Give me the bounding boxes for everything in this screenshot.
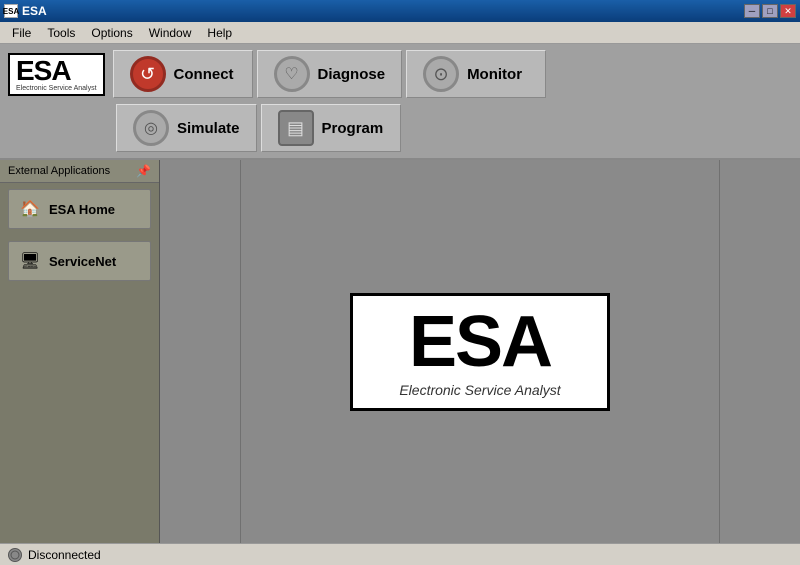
maximize-button[interactable]: □ <box>762 4 778 18</box>
external-applications-title: External Applications <box>8 165 110 177</box>
monitor-label: Monitor <box>467 66 522 83</box>
program-label: Program <box>322 120 384 137</box>
title-controls: ─ □ ✕ <box>744 4 796 18</box>
menu-tools[interactable]: Tools <box>39 24 83 42</box>
esa-home-icon: 🏠 <box>19 198 41 220</box>
title-bar: ESA ESA ─ □ ✕ <box>0 0 800 22</box>
status-text: Disconnected <box>28 548 101 562</box>
esa-main-logo-subtitle: Electronic Service Analyst <box>373 382 587 398</box>
diagnose-button[interactable]: Diagnose <box>257 50 403 98</box>
esa-main-logo: ESA Electronic Service Analyst <box>350 293 610 411</box>
servicenet-icon: 🖥 <box>19 250 41 272</box>
esa-home-label: ESA Home <box>49 202 115 217</box>
esa-main-logo-text: ESA <box>373 306 587 378</box>
minimize-button[interactable]: ─ <box>744 4 760 18</box>
title-bar-left: ESA ESA <box>4 4 47 18</box>
menu-help[interactable]: Help <box>199 24 240 42</box>
divider-2 <box>719 160 720 543</box>
menu-bar: File Tools Options Window Help <box>0 22 800 44</box>
left-panel-header: External Applications 📌 <box>0 160 159 183</box>
esa-home-button[interactable]: 🏠 ESA Home <box>8 189 151 229</box>
right-content: ESA Electronic Service Analyst <box>160 160 800 543</box>
diagnose-icon <box>274 56 310 92</box>
divider-1 <box>240 160 241 543</box>
diagnose-label: Diagnose <box>318 66 386 83</box>
left-panel: External Applications 📌 🏠 ESA Home 🖥 Ser… <box>0 160 160 543</box>
title-text: ESA <box>22 4 47 18</box>
menu-options[interactable]: Options <box>83 24 140 42</box>
pin-button[interactable]: 📌 <box>136 164 151 178</box>
close-button[interactable]: ✕ <box>780 4 796 18</box>
simulate-label: Simulate <box>177 120 240 137</box>
servicenet-button[interactable]: 🖥 ServiceNet <box>8 241 151 281</box>
connect-icon <box>130 56 166 92</box>
status-bar: Disconnected <box>0 543 800 565</box>
esa-logo-subtitle: Electronic Service Analyst <box>16 85 97 92</box>
esa-header-logo: ESA Electronic Service Analyst <box>8 53 105 96</box>
program-icon <box>278 110 314 146</box>
simulate-button[interactable]: Simulate <box>116 104 257 152</box>
menu-window[interactable]: Window <box>141 24 200 42</box>
servicenet-label: ServiceNet <box>49 254 116 269</box>
connect-label: Connect <box>174 66 234 83</box>
esa-logo-text: ESA <box>16 57 97 85</box>
simulate-icon <box>133 110 169 146</box>
status-icon <box>8 548 22 562</box>
main-content: External Applications 📌 🏠 ESA Home 🖥 Ser… <box>0 160 800 543</box>
title-icon: ESA <box>4 4 18 18</box>
program-button[interactable]: Program <box>261 104 401 152</box>
monitor-icon <box>423 56 459 92</box>
monitor-button[interactable]: Monitor <box>406 50 546 98</box>
toolbar: ESA Electronic Service Analyst Connect D… <box>0 44 800 160</box>
connect-button[interactable]: Connect <box>113 50 253 98</box>
menu-file[interactable]: File <box>4 24 39 42</box>
